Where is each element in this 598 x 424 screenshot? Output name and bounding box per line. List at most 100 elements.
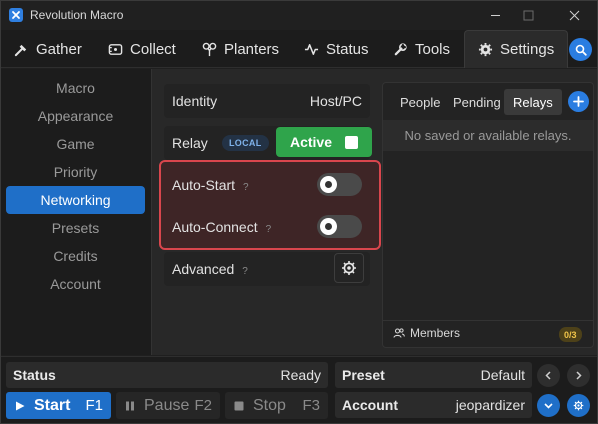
start-button[interactable]: Start F1 <box>6 392 111 419</box>
auto-connect-label: Auto-Connect? <box>172 219 272 235</box>
identity-value: Host/PC <box>309 93 362 109</box>
play-icon <box>16 401 25 410</box>
tab-status-label: Status <box>326 40 369 58</box>
auto-start-label: Auto-Start? <box>172 177 249 193</box>
title-bar: Revolution Macro <box>0 0 598 30</box>
status-box: Status Ready <box>6 362 328 388</box>
planters-icon <box>202 42 217 56</box>
relay-active-checkbox[interactable] <box>345 135 359 149</box>
tab-collect-label: Collect <box>130 40 176 58</box>
gather-icon <box>14 44 27 56</box>
tools-icon <box>394 42 407 55</box>
members-count-badge: 0/3 <box>559 327 582 342</box>
add-relay-button[interactable] <box>568 91 589 112</box>
sidebar-item-presets[interactable]: Presets <box>6 214 145 242</box>
gear-icon <box>573 400 584 411</box>
stop-button[interactable]: Stop F3 <box>225 392 328 419</box>
help-icon[interactable]: ? <box>266 224 272 235</box>
settings-sidebar: Macro Appearance Game Priority Networkin… <box>0 69 151 355</box>
preset-label: Preset <box>342 367 385 383</box>
networking-panel: Identity Host/PC Relay LOCAL Active Auto… <box>151 69 598 355</box>
help-icon[interactable]: ? <box>242 266 248 277</box>
tab-planters-label: Planters <box>224 40 280 58</box>
sidebar-item-macro[interactable]: Macro <box>6 74 145 102</box>
auto-start-row: Auto-Start? <box>164 168 370 202</box>
account-label: Account <box>342 397 398 413</box>
status-icon <box>304 43 319 55</box>
relay-active-button[interactable]: Active <box>276 127 372 157</box>
stop-label: Stop <box>253 396 286 414</box>
tab-gather-label: Gather <box>36 40 82 58</box>
relays-empty-message: No saved or available relays. <box>383 120 593 151</box>
sidebar-item-account[interactable]: Account <box>6 270 145 298</box>
tab-status[interactable]: Status <box>304 30 369 68</box>
identity-row: Identity Host/PC <box>164 84 370 118</box>
auto-start-toggle[interactable] <box>317 173 362 196</box>
window-title: Revolution Macro <box>30 8 124 22</box>
tab-collect[interactable]: Collect <box>108 30 176 68</box>
relay-label: Relay <box>172 135 208 151</box>
tab-settings[interactable]: Settings <box>464 30 569 68</box>
members-label: Members <box>393 326 460 340</box>
advanced-label: Advanced? <box>172 261 248 277</box>
pause-button[interactable]: Pause F2 <box>116 392 220 419</box>
collect-icon <box>108 43 123 55</box>
bottom-bar: Status Ready Preset Default Start F1 Pau… <box>0 356 598 424</box>
start-label: Start <box>34 396 71 414</box>
tab-tools[interactable]: Tools <box>393 30 450 68</box>
pause-label: Pause <box>144 396 190 414</box>
auto-connect-toggle[interactable] <box>317 215 362 238</box>
search-button[interactable] <box>569 38 592 61</box>
start-hotkey: F1 <box>85 397 103 414</box>
gear-icon <box>342 261 356 275</box>
help-icon[interactable]: ? <box>243 182 249 193</box>
account-value: jeopardizer <box>455 397 525 413</box>
stop-hotkey: F3 <box>302 397 320 414</box>
preset-next-button[interactable] <box>567 364 590 387</box>
tab-settings-label: Settings <box>500 41 555 58</box>
local-badge: LOCAL <box>222 135 269 151</box>
sidebar-item-networking[interactable]: Networking <box>6 186 145 214</box>
pause-hotkey: F2 <box>194 397 212 414</box>
relays-panel: People Pending Relays No saved or availa… <box>382 82 594 348</box>
sidebar-item-game[interactable]: Game <box>6 130 145 158</box>
tab-people[interactable]: People <box>391 89 449 115</box>
sidebar-item-credits[interactable]: Credits <box>6 242 145 270</box>
auto-connect-row: Auto-Connect? <box>164 210 370 244</box>
preset-box[interactable]: Preset Default <box>335 362 532 388</box>
tab-pending[interactable]: Pending <box>444 89 510 115</box>
maximize-icon[interactable] <box>518 6 538 24</box>
account-settings-button[interactable] <box>567 394 590 417</box>
tab-tools-label: Tools <box>415 40 451 58</box>
tab-gather[interactable]: Gather <box>14 30 82 68</box>
status-value: Ready <box>280 367 321 383</box>
chevron-down-icon <box>544 403 553 409</box>
close-icon[interactable] <box>564 6 584 24</box>
divider <box>383 320 593 321</box>
account-box[interactable]: Account jeopardizer <box>335 392 532 418</box>
status-label: Status <box>13 367 56 383</box>
account-dropdown-button[interactable] <box>537 394 560 417</box>
stop-icon <box>234 401 244 410</box>
sidebar-item-appearance[interactable]: Appearance <box>6 102 145 130</box>
relay-active-label: Active <box>289 134 333 150</box>
advanced-settings-button[interactable] <box>334 253 364 283</box>
sidebar-item-priority[interactable]: Priority <box>6 158 145 186</box>
plus-icon <box>573 96 584 107</box>
users-icon <box>393 328 405 338</box>
minimize-icon[interactable] <box>485 6 505 24</box>
advanced-row: Advanced? <box>164 252 370 286</box>
relay-row: Relay LOCAL Active <box>164 126 372 160</box>
pause-icon <box>126 401 134 410</box>
chevron-left-icon <box>545 371 551 380</box>
settings-icon <box>478 42 493 57</box>
tab-relays[interactable]: Relays <box>504 89 562 115</box>
main-tab-bar: Gather Collect Planters Status Tools Set… <box>0 30 598 68</box>
chevron-right-icon <box>576 371 582 380</box>
tab-planters[interactable]: Planters <box>202 30 279 68</box>
preset-value: Default <box>480 367 525 383</box>
identity-label: Identity <box>172 93 218 109</box>
app-logo-icon <box>9 8 23 22</box>
search-icon <box>575 44 587 56</box>
preset-prev-button[interactable] <box>537 364 560 387</box>
